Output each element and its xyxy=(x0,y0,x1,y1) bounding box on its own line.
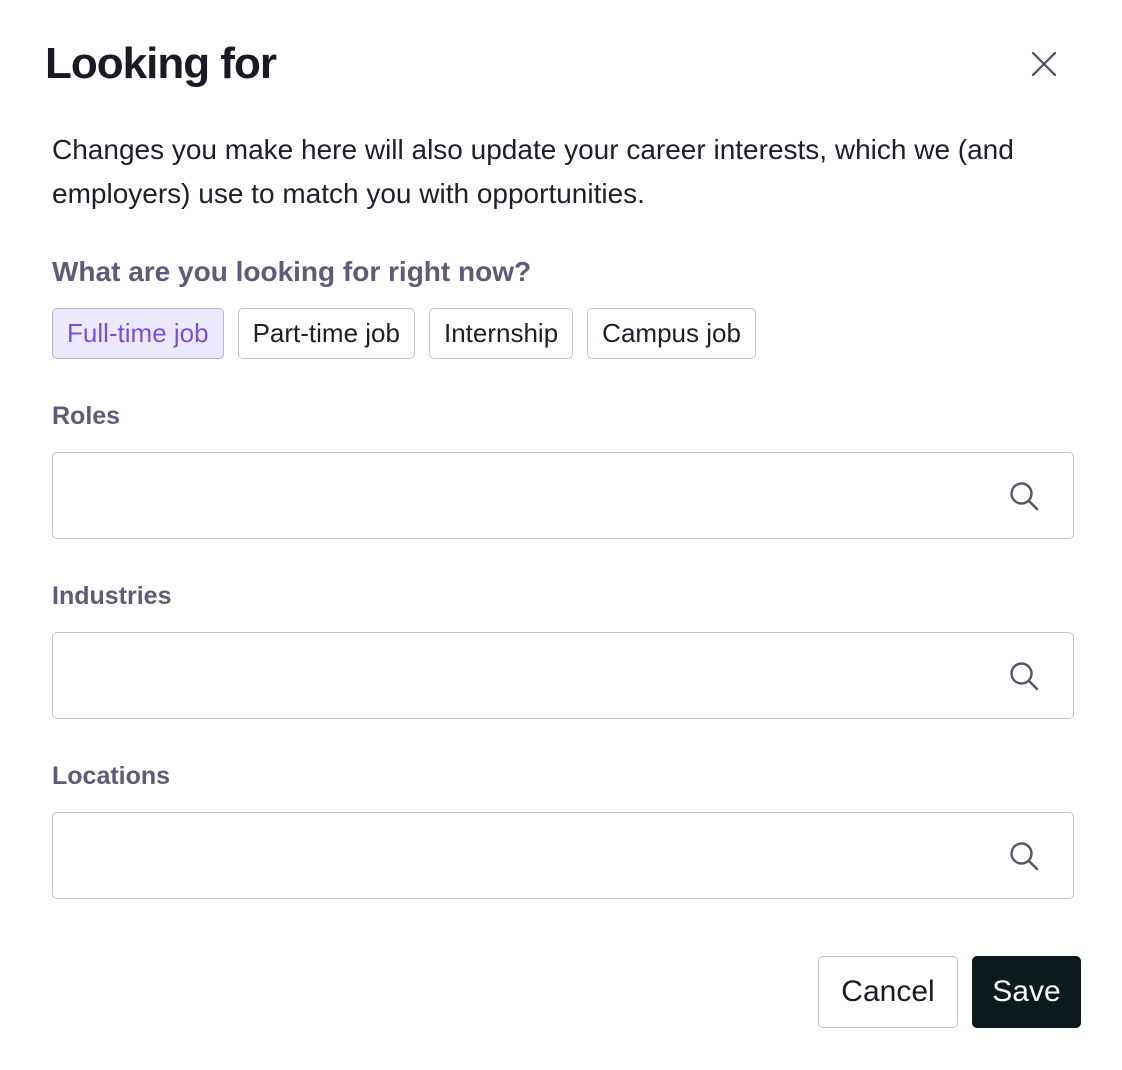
chip-internship[interactable]: Internship xyxy=(428,308,574,359)
looking-for-dialog: Looking for Changes you make here will a… xyxy=(0,0,1122,1070)
dialog-title: Looking for xyxy=(45,39,277,88)
roles-field[interactable] xyxy=(52,452,1074,539)
chip-part-time-job[interactable]: Part-time job xyxy=(237,308,415,359)
cancel-button[interactable]: Cancel xyxy=(818,956,958,1028)
industries-field[interactable] xyxy=(52,632,1074,719)
chip-campus-job[interactable]: Campus job xyxy=(587,308,756,359)
close-button[interactable] xyxy=(1022,42,1066,86)
save-button[interactable]: Save xyxy=(972,956,1081,1028)
job-type-options: Full-time job Part-time job Internship C… xyxy=(52,308,756,359)
roles-input[interactable] xyxy=(53,453,993,538)
locations-input[interactable] xyxy=(53,813,993,898)
search-icon[interactable] xyxy=(1008,480,1040,512)
job-type-question: What are you looking for right now? xyxy=(52,256,532,287)
industries-label: Industries xyxy=(52,582,172,610)
chip-full-time-job[interactable]: Full-time job xyxy=(52,308,224,359)
roles-label: Roles xyxy=(52,402,121,430)
locations-label: Locations xyxy=(52,762,171,790)
industries-input[interactable] xyxy=(53,633,993,718)
close-icon xyxy=(1031,51,1057,77)
search-icon[interactable] xyxy=(1008,840,1040,872)
intro-text: Changes you make here will also update y… xyxy=(52,134,1014,209)
search-icon[interactable] xyxy=(1008,660,1040,692)
locations-field[interactable] xyxy=(52,812,1074,899)
